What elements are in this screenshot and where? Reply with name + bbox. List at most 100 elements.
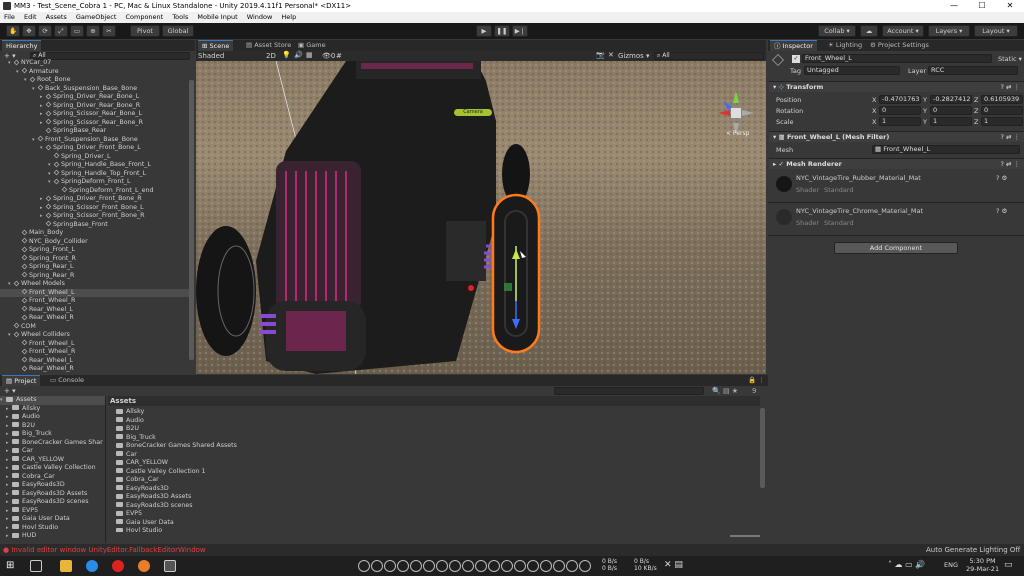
gizmos-dropdown[interactable]: Gizmos ▾ [618,52,650,60]
hierarchy-row[interactable]: Main_Body [0,229,190,238]
tree-folder-item[interactable]: ▸ EVP5 [0,507,105,516]
hidden-objects-toggle[interactable]: 👁0 [322,52,335,60]
tool-settings-icon[interactable]: ✕ [608,51,614,59]
hierarchy-row[interactable]: COM [0,323,190,332]
notifications-icon[interactable]: ▭ [1004,560,1013,570]
object-name-input[interactable]: Front_Wheel_L [802,54,992,63]
hierarchy-row[interactable]: SpringDeform_Front_L_end [0,187,190,196]
tree-folder-item[interactable]: ▸ BoneCracker Games Shar [0,439,105,448]
expand-arrow-icon[interactable]: ▾ [40,144,46,153]
rotate-tool-icon[interactable]: ⟳ [38,25,52,37]
material-menu-icon[interactable]: ? ⚙ [996,174,1007,182]
expand-arrow-icon[interactable]: ▾ [48,170,54,179]
tab-inspector[interactable]: ⓘ Inspector [770,40,817,51]
component-menu-icon[interactable]: ? ⇄ ⋮ [1000,132,1020,142]
tab-project-settings[interactable]: ⚙ Project Settings [866,40,933,51]
mesh-renderer-checkbox[interactable]: ✓ [779,160,784,168]
hierarchy-row[interactable]: Front_Wheel_L [0,340,190,349]
hierarchy-row[interactable]: Front_Wheel_L [0,288,190,297]
asset-folder-item[interactable]: CAR_YELLOW [108,459,748,468]
tree-folder-item[interactable]: ▸ Audio [0,413,105,422]
grid-toggle-icon[interactable]: # [336,52,342,60]
menu-component[interactable]: Component [125,13,163,21]
hierarchy-row[interactable]: Spring_Front_R [0,255,190,264]
position-y-field[interactable]: -0.2827412 [930,95,972,104]
scale-z-field[interactable]: 1 [981,117,1023,126]
scene-viewport[interactable]: Camera < Persp [196,61,766,374]
expand-arrow-icon[interactable]: ▾ [48,161,54,170]
hierarchy-row[interactable]: Spring_Rear_L [0,263,190,272]
tab-scene[interactable]: ⊞ Scene [198,40,234,51]
layout-dropdown[interactable]: Layout ▾ [974,25,1018,37]
menu-tools[interactable]: Tools [172,13,188,21]
pivot-toggle[interactable]: Pivot [130,25,160,37]
hierarchy-row[interactable]: Rear_Wheel_L [0,306,190,315]
tree-folder-item[interactable]: ▸ Allsky [0,405,105,414]
shader-dropdown[interactable]: Standard [824,186,854,194]
hierarchy-row[interactable]: ▾ Back_Suspension_Base_Bone [0,85,190,94]
asset-folder-item[interactable]: Car [108,451,748,460]
tree-folder-item[interactable]: ▸ CAR_YELLOW [0,456,105,465]
collab-dropdown[interactable]: Collab ▾ [818,25,856,37]
pause-button[interactable]: ❚❚ [494,25,510,37]
tab-asset-store[interactable]: ▤ Asset Store [242,40,295,51]
hierarchy-row[interactable]: ▾ Wheel Models [0,280,190,289]
close-button[interactable]: ✕ [996,0,1024,12]
menu-file[interactable]: File [4,13,15,21]
menu-mobile-input[interactable]: Mobile Input [197,13,237,21]
tab-game[interactable]: ▣ Game [294,40,330,51]
tree-folder-item[interactable]: ▸ HUD [0,532,105,541]
asset-folder-item[interactable]: EasyRoads3D scenes [108,502,748,511]
expand-arrow-icon[interactable]: ▾ [32,85,38,94]
expand-arrow-icon[interactable]: ▾ [8,280,14,289]
hierarchy-row[interactable]: Front_Wheel_R [0,348,190,357]
tree-assets-root[interactable]: ▾ Assets [0,396,105,405]
hierarchy-row[interactable]: ▸ Spring_Driver_Rear_Bone_R [0,102,190,111]
expand-arrow-icon[interactable]: ▾ [16,68,22,77]
lighting-toggle-icon[interactable]: 💡 [282,51,291,59]
filter-icons[interactable]: 🔍 ▤ ★ [712,387,738,395]
hierarchy-row[interactable]: ▸ Spring_Driver_Front_Bone_R [0,195,190,204]
scale-tool-icon[interactable]: ⤢ [54,25,68,37]
hierarchy-row[interactable]: SpringBase_Front [0,221,190,230]
tree-folder-item[interactable]: ▸ EasyRoads3D [0,481,105,490]
mesh-field[interactable]: ▦ Front_Wheel_L [872,145,1020,154]
windows-start-icon[interactable]: ⊞ [6,560,18,572]
scale-x-field[interactable]: 1 [879,117,921,126]
position-x-field[interactable]: -0.4701763 [879,95,921,104]
system-tray-icons[interactable]: ˄ ☁ ▭ 🔊 [888,560,925,569]
app-tray-icons[interactable]: ✕ ▤ [664,560,683,570]
menu-window[interactable]: Window [247,13,273,21]
icon-size-slider[interactable] [730,535,760,537]
global-toggle[interactable]: Global [162,25,194,37]
unity-taskbar-icon[interactable] [164,560,176,572]
position-z-field[interactable]: 0.6105939 [981,95,1023,104]
menu-edit[interactable]: Edit [24,13,37,21]
transform-header[interactable]: ▾ ⊹ Transform ? ⇄ ⋮ [769,81,1024,92]
layers-dropdown[interactable]: Layers ▾ [928,25,970,37]
hierarchy-row[interactable]: ▾ Wheel Colliders [0,331,190,340]
expand-arrow-icon[interactable]: ▾ [48,178,54,187]
expand-arrow-icon[interactable]: ▸ [40,195,46,204]
rotation-y-field[interactable]: 0 [930,106,972,115]
hierarchy-row[interactable]: Spring_Front_L [0,246,190,255]
hierarchy-row[interactable]: ▾ Armature [0,68,190,77]
custom-tool-icon[interactable]: ✂ [102,25,116,37]
move-tool-icon[interactable]: ✥ [22,25,36,37]
hierarchy-row[interactable]: ▸ Spring_Scissor_Rear_Bone_R [0,119,190,128]
expand-arrow-icon[interactable]: ▾ [8,59,14,68]
mesh-filter-header[interactable]: ▾ ▦ Front_Wheel_L (Mesh Filter) ? ⇄ ⋮ [769,131,1024,142]
tree-folder-item[interactable]: ▸ Gaia User Data [0,515,105,524]
mesh-renderer-header[interactable]: ▸ ✓ Mesh Renderer ? ⇄ ⋮ [769,158,1024,169]
asset-folder-item[interactable]: BoneCracker Games Shared Assets [108,442,748,451]
hierarchy-scrollbar[interactable] [189,80,194,360]
expand-arrow-icon[interactable]: ▸ [40,119,46,128]
expand-arrow-icon[interactable]: ▸ [40,212,46,221]
panel-menu-icon[interactable]: 🔒 ⋮ [748,375,765,386]
account-dropdown[interactable]: Account ▾ [882,25,924,37]
hidden-packages-count[interactable]: 9 [752,387,756,395]
menu-gameobject[interactable]: GameObject [76,13,117,21]
expand-arrow-icon[interactable]: ▾ [32,136,38,145]
language-indicator[interactable]: ENG [944,561,958,569]
maximize-button[interactable]: ☐ [968,0,996,12]
